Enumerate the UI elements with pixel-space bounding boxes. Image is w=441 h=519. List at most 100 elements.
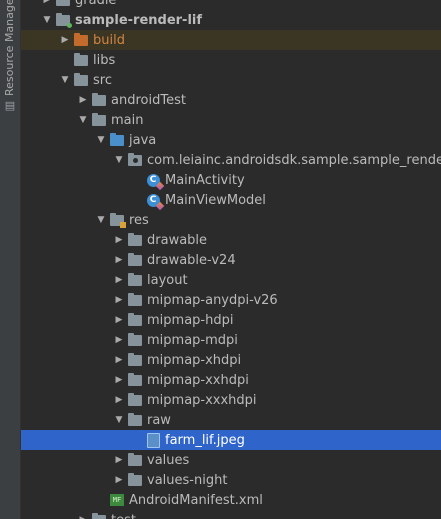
resource-manager-strip[interactable]: ▤ Resource Manager bbox=[0, 0, 21, 519]
tree-row[interactable]: ▼ src bbox=[21, 70, 441, 90]
folder-icon bbox=[127, 352, 143, 368]
tree-row[interactable]: ▼ sample-render-lif bbox=[21, 10, 441, 30]
chevron-right-icon[interactable]: ▶ bbox=[59, 35, 71, 45]
tree-item-label: farm_lif.jpeg bbox=[165, 432, 245, 448]
folder-icon bbox=[127, 452, 143, 468]
tree-item-label: com.leiainc.androidsdk.sample.sample_ren… bbox=[147, 152, 441, 168]
tree-item-label: MainViewModel bbox=[165, 192, 266, 208]
tree-row[interactable]: ▼ java bbox=[21, 130, 441, 150]
chevron-right-icon[interactable]: ▶ bbox=[113, 375, 125, 385]
tree-item-label: values-night bbox=[147, 472, 228, 488]
tree-row[interactable]: ▶ mipmap-mdpi bbox=[21, 330, 441, 350]
tree-item-label: java bbox=[129, 132, 157, 148]
chevron-down-icon[interactable]: ▼ bbox=[59, 75, 71, 85]
tree-row[interactable]: ▼ raw bbox=[21, 410, 441, 430]
chevron-right-icon[interactable]: ▶ bbox=[41, 0, 53, 5]
folder-icon bbox=[91, 112, 107, 128]
tree-row[interactable]: ▶ mipmap-xxhdpi bbox=[21, 370, 441, 390]
tree-row[interactable]: ▼ com.leiainc.androidsdk.sample.sample_re… bbox=[21, 150, 441, 170]
chevron-right-icon[interactable]: ▶ bbox=[113, 475, 125, 485]
chevron-right-icon[interactable]: ▶ bbox=[77, 515, 89, 519]
tree-item-label: MainActivity bbox=[165, 172, 245, 188]
tree-row[interactable]: ▶ values-night bbox=[21, 470, 441, 490]
chevron-right-icon[interactable]: ▶ bbox=[113, 255, 125, 265]
chevron-right-icon[interactable]: ▶ bbox=[113, 395, 125, 405]
tree-item-label: build bbox=[93, 32, 125, 48]
tree-item-label: src bbox=[93, 72, 112, 88]
folder-icon bbox=[127, 232, 143, 248]
tree-item-label: layout bbox=[147, 272, 188, 288]
tree-item-label: drawable bbox=[147, 232, 208, 248]
folder-icon bbox=[127, 392, 143, 408]
tree-row[interactable]: ▶ mipmap-xxxhdpi bbox=[21, 390, 441, 410]
excluded-folder-icon bbox=[73, 32, 89, 48]
tree-row[interactable]: ▶ androidTest bbox=[21, 90, 441, 110]
chevron-right-icon[interactable]: ▶ bbox=[113, 295, 125, 305]
folder-icon bbox=[127, 412, 143, 428]
tree-item-label: main bbox=[111, 112, 144, 128]
chevron-down-icon[interactable]: ▼ bbox=[41, 15, 53, 25]
tree-item-label: test bbox=[111, 513, 136, 519]
chevron-right-icon[interactable]: ▶ bbox=[113, 315, 125, 325]
tree-row[interactable]: ▶ layout bbox=[21, 270, 441, 290]
tree-item-label: androidTest bbox=[111, 92, 186, 108]
folder-icon bbox=[91, 92, 107, 108]
tree-row[interactable]: ▶farm_lif.jpeg bbox=[21, 430, 441, 450]
module-folder-icon bbox=[55, 12, 72, 28]
folder-icon bbox=[127, 472, 143, 488]
project-tree[interactable]: ▶ gradle ▼ sample-render-lif ▶ build ▶libs ▼ src… bbox=[21, 0, 441, 519]
folder-icon bbox=[73, 52, 89, 68]
kotlin-class-icon: C bbox=[145, 192, 161, 208]
chevron-right-icon[interactable]: ▶ bbox=[113, 455, 125, 465]
folder-icon bbox=[127, 252, 143, 268]
tree-item-label: mipmap-xhdpi bbox=[147, 352, 242, 368]
tree-row[interactable]: ▶ drawable bbox=[21, 230, 441, 250]
tree-row[interactable]: ▶ mipmap-xhdpi bbox=[21, 350, 441, 370]
chevron-down-icon[interactable]: ▼ bbox=[95, 135, 107, 145]
image-file-icon bbox=[145, 432, 161, 448]
tree-row[interactable]: ▶ values bbox=[21, 450, 441, 470]
tree-row[interactable]: ▼ res bbox=[21, 210, 441, 230]
tree-row[interactable]: ▶ drawable-v24 bbox=[21, 250, 441, 270]
tree-item-label: mipmap-hdpi bbox=[147, 312, 234, 328]
tree-row[interactable]: ▶MFAndroidManifest.xml bbox=[21, 490, 441, 510]
folder-icon bbox=[127, 272, 143, 288]
tree-item-label: gradle bbox=[75, 0, 117, 8]
folder-icon bbox=[127, 372, 143, 388]
chevron-down-icon[interactable]: ▼ bbox=[95, 215, 107, 225]
chevron-right-icon[interactable]: ▶ bbox=[113, 235, 125, 245]
chevron-right-icon[interactable]: ▶ bbox=[77, 95, 89, 105]
chevron-down-icon[interactable]: ▼ bbox=[113, 155, 125, 165]
tree-item-label: mipmap-xxxhdpi bbox=[147, 392, 257, 408]
chevron-right-icon[interactable]: ▶ bbox=[113, 355, 125, 365]
chevron-down-icon[interactable]: ▼ bbox=[77, 115, 89, 125]
tree-row[interactable]: ▶ gradle bbox=[21, 0, 441, 10]
chevron-down-icon[interactable]: ▼ bbox=[113, 415, 125, 425]
tree-item-label: sample-render-lif bbox=[75, 12, 203, 28]
tree-item-label: raw bbox=[147, 412, 171, 428]
tree-item-label: drawable-v24 bbox=[147, 252, 236, 268]
chevron-right-icon[interactable]: ▶ bbox=[113, 275, 125, 285]
tree-row[interactable]: ▶libs bbox=[21, 50, 441, 70]
kotlin-class-icon: C bbox=[145, 172, 161, 188]
tree-row[interactable]: ▼ main bbox=[21, 110, 441, 130]
tree-item-label: mipmap-xxhdpi bbox=[147, 372, 249, 388]
source-folder-icon bbox=[109, 132, 125, 148]
tree-row[interactable]: ▶ test bbox=[21, 510, 441, 519]
folder-icon bbox=[91, 512, 107, 519]
tree-row[interactable]: ▶CMainViewModel bbox=[21, 190, 441, 210]
resource-manager-label[interactable]: Resource Manager bbox=[3, 0, 17, 96]
tree-item-label: mipmap-anydpi-v26 bbox=[147, 292, 278, 308]
tree-row[interactable]: ▶ build bbox=[21, 30, 441, 50]
tree-row[interactable]: ▶ mipmap-anydpi-v26 bbox=[21, 290, 441, 310]
tree-row[interactable]: ▶CMainActivity bbox=[21, 170, 441, 190]
tree-item-label: AndroidManifest.xml bbox=[129, 492, 263, 508]
resource-folder-icon bbox=[109, 212, 126, 228]
manifest-file-icon: MF bbox=[109, 492, 125, 508]
tree-item-label: mipmap-mdpi bbox=[147, 332, 238, 348]
tree-row[interactable]: ▶ mipmap-hdpi bbox=[21, 310, 441, 330]
chevron-right-icon[interactable]: ▶ bbox=[113, 335, 125, 345]
folder-icon bbox=[127, 292, 143, 308]
tree-item-label: values bbox=[147, 452, 190, 468]
resource-manager-icon: ▤ bbox=[4, 99, 16, 112]
